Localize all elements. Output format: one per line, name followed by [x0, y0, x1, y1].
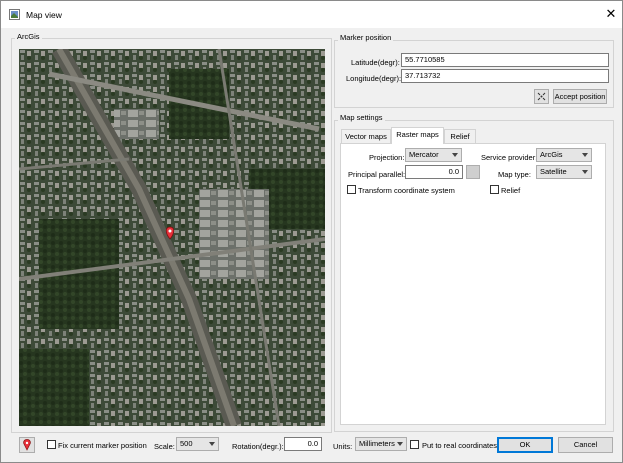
- map-type-label: Map type:: [498, 170, 531, 179]
- marker-button[interactable]: [19, 437, 35, 453]
- locate-button[interactable]: [534, 89, 549, 104]
- projection-label: Projection:: [369, 153, 405, 162]
- marker-position-title: Marker position: [338, 33, 394, 42]
- principal-parallel-label: Principal parallel:: [348, 170, 406, 179]
- map-settings-title: Map settings: [338, 113, 385, 122]
- principal-parallel-picker-button[interactable]: [466, 165, 480, 179]
- crosshair-icon: [537, 92, 546, 101]
- service-provider-select[interactable]: ArcGis: [536, 148, 592, 162]
- map-pin-icon: [23, 439, 31, 451]
- fix-marker-label: Fix current marker position: [58, 441, 147, 450]
- longitude-label: Longitude(degr):: [346, 74, 402, 83]
- projection-select[interactable]: Mercator: [405, 148, 462, 162]
- map-view-window: Map view ✕ ArcGis Marker position Latitu…: [0, 0, 623, 463]
- tab-raster-maps[interactable]: Raster maps: [391, 127, 444, 144]
- transform-coordinates-label: Transform coordinate system: [358, 186, 455, 195]
- map-type-select[interactable]: Satellite: [536, 165, 592, 179]
- projection-value: Mercator: [409, 150, 439, 159]
- close-icon[interactable]: ✕: [601, 5, 621, 23]
- principal-parallel-field[interactable]: 0.0: [405, 165, 463, 179]
- relief-checkbox[interactable]: [490, 185, 499, 194]
- app-icon: [9, 9, 20, 20]
- accept-position-button[interactable]: Accept position: [553, 89, 607, 104]
- rotation-field[interactable]: 0.0: [284, 437, 322, 451]
- fix-marker-checkbox[interactable]: [47, 440, 56, 449]
- cancel-button[interactable]: Cancel: [558, 437, 613, 453]
- tab-vector-maps[interactable]: Vector maps: [341, 129, 391, 143]
- scale-value: 500: [180, 439, 193, 448]
- window-title: Map view: [26, 10, 62, 20]
- units-select[interactable]: Millimeters: [355, 437, 407, 451]
- rotation-label: Rotation(degr.):: [232, 442, 284, 451]
- ok-button[interactable]: OK: [497, 437, 553, 453]
- transform-coordinates-checkbox[interactable]: [347, 185, 356, 194]
- scale-label: Scale:: [154, 442, 175, 451]
- real-coordinates-checkbox[interactable]: [410, 440, 419, 449]
- service-provider-value: ArcGis: [540, 150, 563, 159]
- scale-select[interactable]: 500: [176, 437, 219, 451]
- units-label: Units:: [333, 442, 353, 451]
- latitude-field[interactable]: 55.7710585: [401, 53, 609, 67]
- chevron-down-icon: [209, 442, 215, 446]
- chevron-down-icon: [452, 153, 458, 157]
- satellite-map[interactable]: [19, 49, 325, 426]
- chevron-down-icon: [397, 442, 403, 446]
- chevron-down-icon: [582, 153, 588, 157]
- service-provider-label: Service provider:: [481, 153, 538, 162]
- chevron-down-icon: [582, 170, 588, 174]
- tab-relief[interactable]: Relief: [444, 129, 476, 143]
- latitude-label: Latitude(degr):: [351, 58, 400, 67]
- map-group-title: ArcGis: [15, 32, 42, 41]
- relief-label: Relief: [501, 186, 521, 195]
- real-coordinates-label: Put to real coordinates: [422, 441, 498, 450]
- longitude-field[interactable]: 37.713732: [401, 69, 609, 83]
- title-bar: Map view ✕: [1, 1, 622, 28]
- map-type-value: Satellite: [540, 167, 567, 176]
- units-value: Millimeters: [359, 439, 395, 448]
